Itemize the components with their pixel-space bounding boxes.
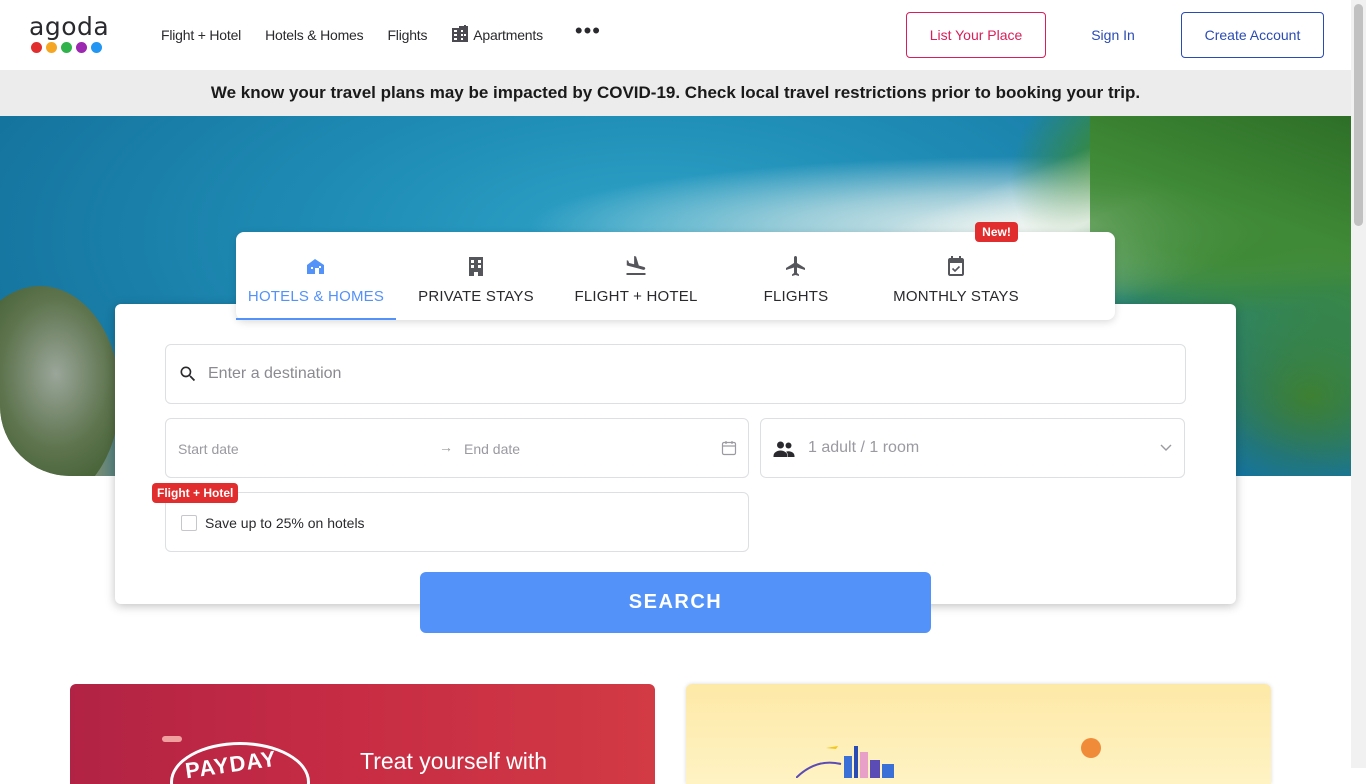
destination-field[interactable]: [165, 344, 1186, 404]
destination-input[interactable]: [208, 365, 1108, 383]
nav-flight-hotel[interactable]: Flight + Hotel: [161, 27, 241, 43]
nav-flights[interactable]: Flights: [387, 27, 427, 43]
plane-landing-icon: [624, 254, 648, 278]
create-account-button[interactable]: Create Account: [1181, 12, 1324, 58]
logo-dot-purple: [76, 42, 87, 53]
save-checkbox[interactable]: [181, 515, 197, 531]
nav-flight-hotel-label: Flight + Hotel: [161, 27, 242, 43]
promo-text: Save up to 25% on hotels: [205, 515, 365, 531]
nav-hotels-homes-label: Hotels & Homes: [265, 27, 364, 43]
occupancy-selector[interactable]: 1 adult / 1 room: [760, 418, 1185, 478]
occupancy-value: 1 adult / 1 room: [808, 439, 920, 456]
tab-hotels-homes-label: HOTELS & HOMES: [247, 288, 385, 305]
sun-decoration: [1081, 738, 1101, 758]
city-illustration: [796, 746, 894, 778]
search-icon: [178, 364, 198, 384]
search-tabs: HOTELS & HOMES PRIVATE STAYS FLIGHT + HO…: [236, 232, 1115, 320]
logo-dot-blue: [91, 42, 102, 53]
date-range-field[interactable]: Start date → End date: [165, 418, 749, 478]
tab-flights[interactable]: FLIGHTS: [716, 232, 876, 320]
sign-in-link[interactable]: Sign In: [1080, 12, 1146, 58]
building-icon: [464, 254, 488, 278]
list-your-place-button[interactable]: List Your Place: [906, 12, 1046, 58]
calendar-icon: [721, 440, 737, 461]
logo-dot-red: [31, 42, 42, 53]
logo-dots: [31, 42, 109, 53]
building-icon: [451, 23, 469, 46]
tab-hotels-homes[interactable]: HOTELS & HOMES: [236, 232, 396, 320]
chevron-down-icon: [1159, 440, 1173, 459]
end-date-field[interactable]: End date: [464, 441, 520, 457]
logo-text: agoda: [29, 12, 110, 41]
calendar-check-icon: [944, 254, 968, 278]
page-scrollbar[interactable]: [1351, 0, 1366, 768]
tab-private-stays[interactable]: PRIVATE STAYS: [396, 232, 556, 320]
logo-dot-orange: [46, 42, 57, 53]
tab-flight-hotel-label: FLIGHT + HOTEL: [574, 288, 698, 305]
scrollbar-thumb[interactable]: [1354, 4, 1363, 226]
nav-apartments-label: Apartments: [473, 27, 543, 43]
new-badge: New!: [975, 222, 1018, 242]
date-arrow-icon: →: [439, 439, 453, 455]
covid-banner: We know your travel plans may be impacte…: [0, 70, 1351, 116]
tab-flight-hotel[interactable]: FLIGHT + HOTEL: [556, 232, 716, 320]
promo-card-destination[interactable]: [686, 684, 1271, 784]
nav-apartments[interactable]: Apartments: [451, 23, 543, 46]
logo-dot-green: [61, 42, 72, 53]
cloud-decoration: [162, 736, 182, 742]
flight-hotel-badge: Flight + Hotel: [152, 483, 239, 503]
main-nav: Flight + Hotel Hotels & Homes Flights Ap…: [161, 0, 601, 70]
search-button[interactable]: SEARCH: [420, 572, 931, 633]
covid-banner-text: We know your travel plans may be impacte…: [210, 83, 1141, 102]
promo-card-payday-text: Treat yourself with: [360, 748, 548, 774]
plane-icon: [784, 254, 808, 278]
hero-rock: [0, 286, 120, 476]
tab-private-stays-label: PRIVATE STAYS: [418, 288, 534, 305]
people-icon: [772, 438, 796, 465]
start-date-field[interactable]: Start date: [178, 441, 239, 457]
tab-monthly-stays[interactable]: MONTHLY STAYS: [876, 232, 1036, 320]
house-icon: [304, 254, 328, 278]
top-header: agoda Flight + Hotel Hotels & Homes Flig…: [0, 0, 1351, 70]
promo-card-payday[interactable]: PAYDAY Treat yourself with: [70, 684, 655, 784]
tab-flights-label: FLIGHTS: [763, 288, 829, 305]
flight-hotel-promo: Save up to 25% on hotels: [165, 492, 749, 552]
tab-monthly-stays-label: MONTHLY STAYS: [893, 288, 1019, 305]
nav-hotels-homes[interactable]: Hotels & Homes: [265, 27, 364, 43]
more-menu-icon[interactable]: •••: [575, 20, 601, 44]
nav-flights-label: Flights: [387, 27, 428, 43]
agoda-logo[interactable]: agoda: [29, 14, 109, 56]
